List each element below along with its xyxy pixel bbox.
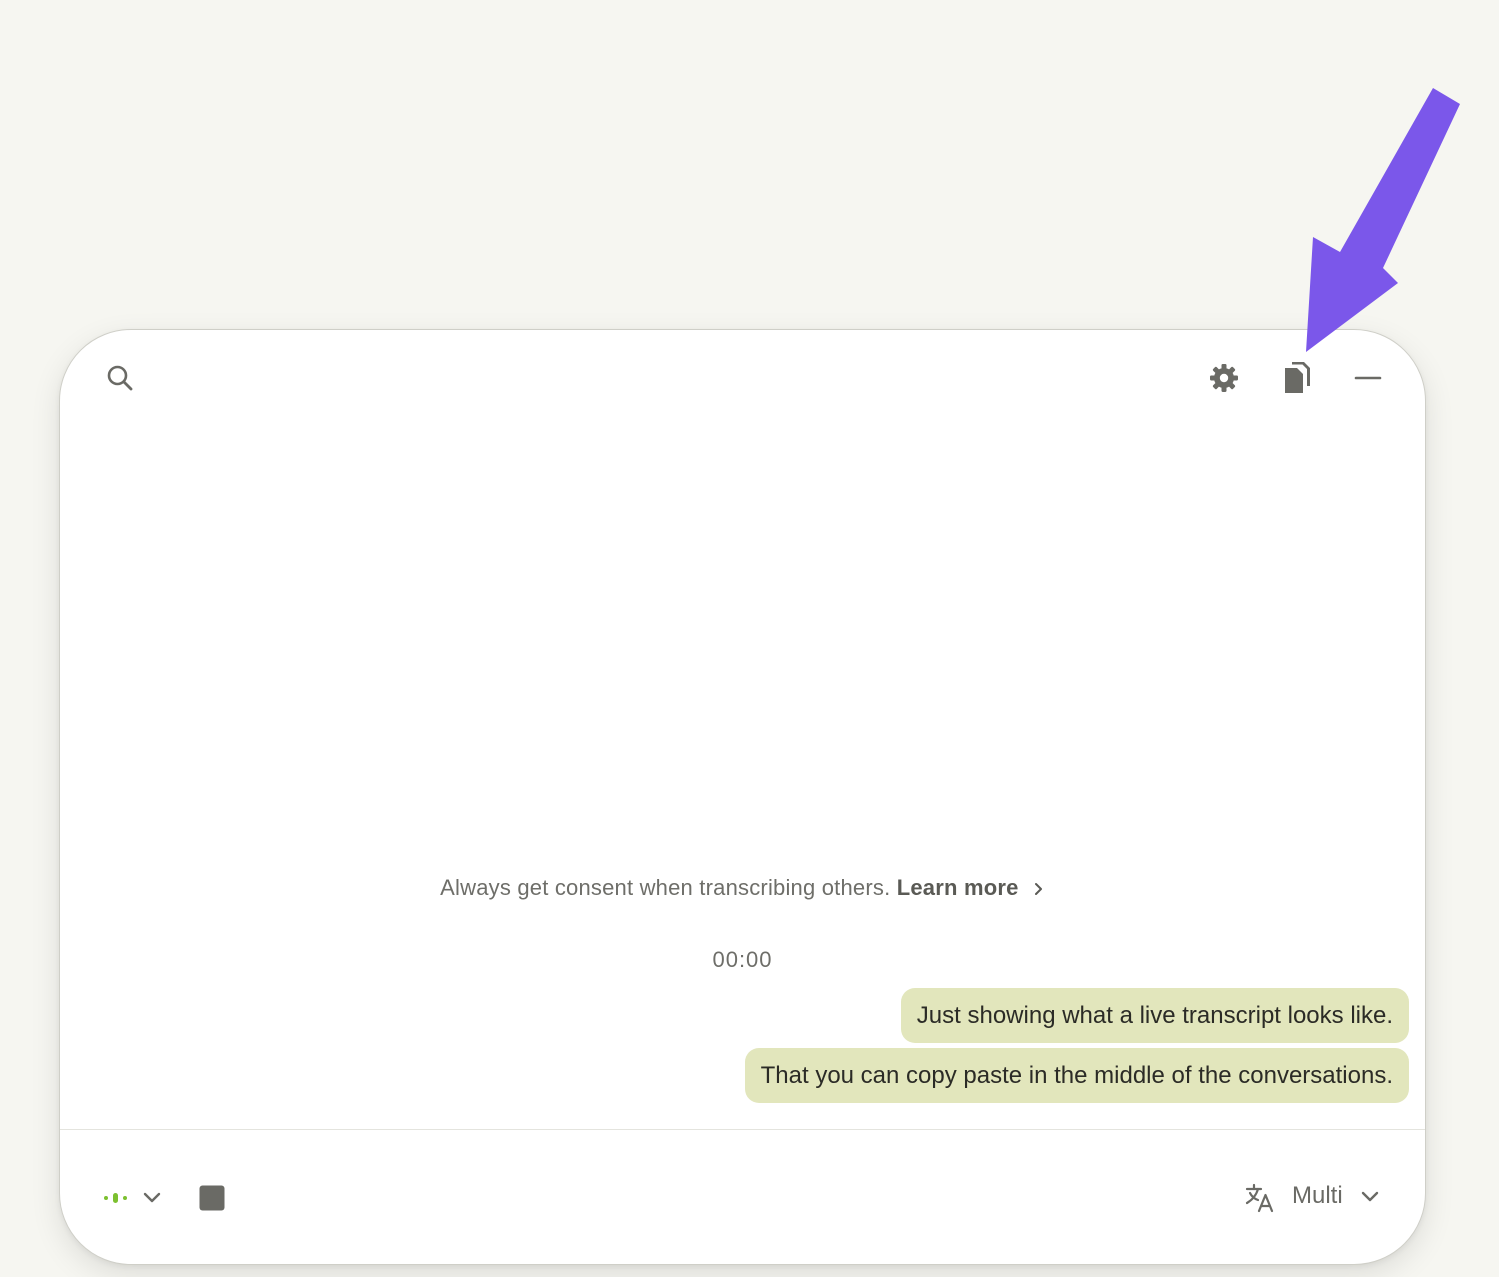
consent-notice: Always get consent when transcribing oth… — [60, 875, 1425, 901]
transcript-bubble[interactable]: Just showing what a live transcript look… — [900, 988, 1409, 1043]
consent-text: Always get consent when transcribing oth… — [440, 875, 891, 900]
copy-transcript-button[interactable] — [1274, 356, 1318, 400]
copy-icon — [1285, 362, 1310, 393]
search-icon — [107, 365, 133, 391]
gear-icon — [1210, 364, 1238, 392]
translate-icon — [1245, 1183, 1274, 1213]
microphone-select-button[interactable] — [96, 1176, 172, 1220]
learn-more-label: Learn more — [896, 875, 1019, 900]
chevron-down-icon — [1362, 1191, 1379, 1201]
stop-button[interactable] — [190, 1176, 234, 1220]
language-label: Multi — [1292, 1182, 1343, 1209]
stop-icon — [199, 1185, 225, 1211]
footer-divider — [60, 1129, 1425, 1130]
translate-icon-wrap[interactable] — [1238, 1176, 1282, 1220]
chevron-down-icon — [143, 1192, 161, 1203]
learn-more-link[interactable]: Learn more — [897, 875, 1045, 900]
chevron-right-icon — [1034, 883, 1042, 896]
minimize-button[interactable] — [1346, 356, 1390, 400]
minimize-icon — [1354, 376, 1382, 380]
settings-button[interactable] — [1202, 356, 1246, 400]
app-stage: Always get consent when transcribing oth… — [0, 0, 1499, 1277]
transcript-bubble[interactable]: That you can copy paste in the middle of… — [744, 1048, 1409, 1103]
search-button[interactable] — [98, 356, 142, 400]
timestamp: 00:00 — [712, 947, 773, 972]
microphone-level-icon — [104, 1192, 161, 1203]
transcription-window: Always get consent when transcribing oth… — [59, 329, 1426, 1265]
language-select[interactable]: Multi — [1292, 1182, 1381, 1210]
